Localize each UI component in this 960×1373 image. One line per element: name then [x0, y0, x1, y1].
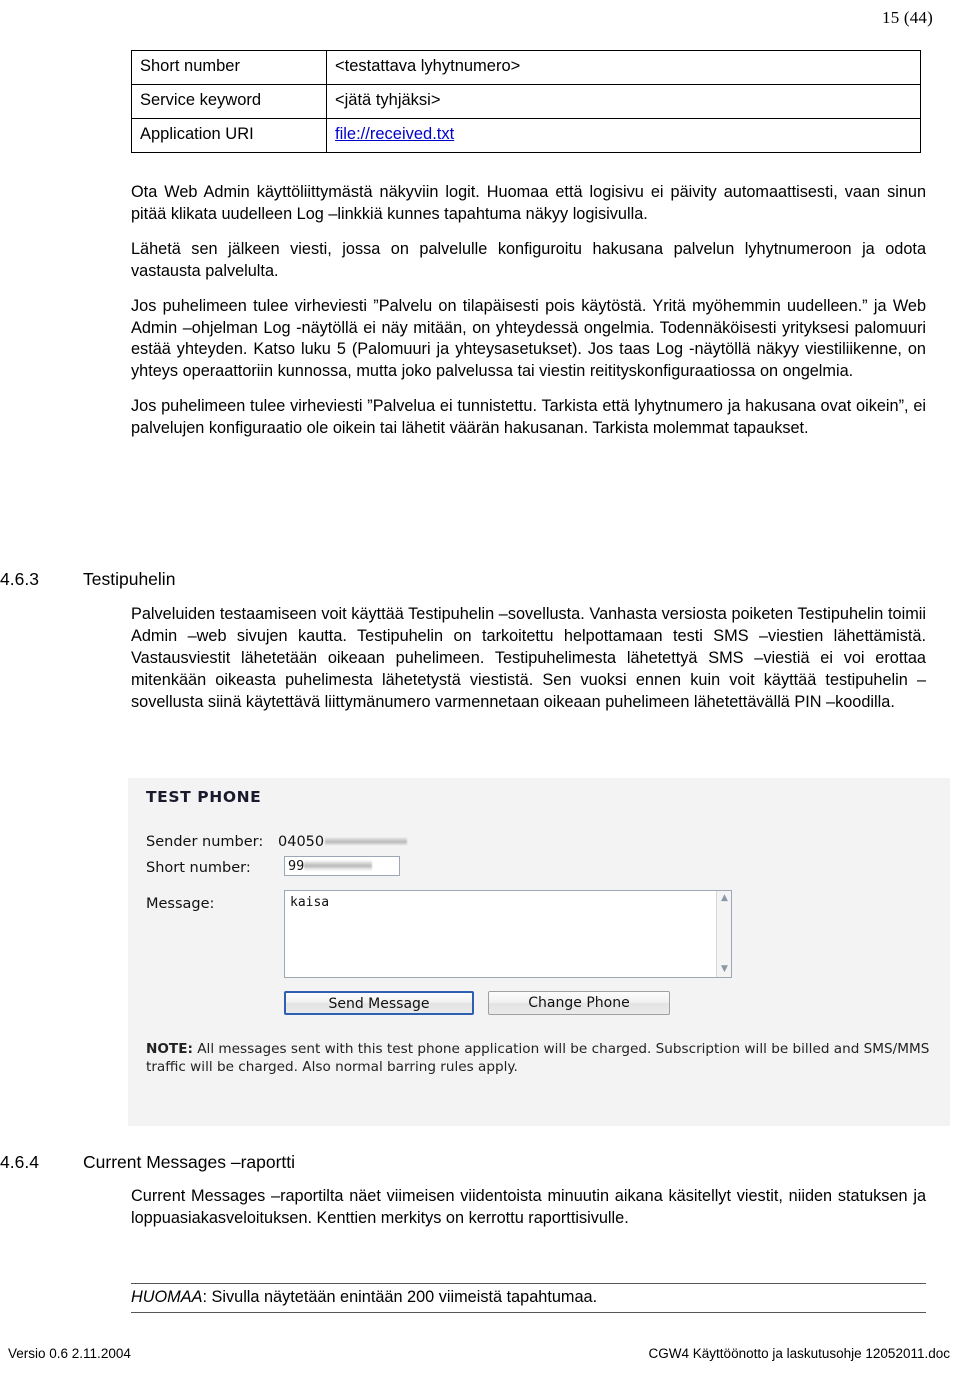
message-value: kaisa: [290, 895, 330, 910]
change-phone-button[interactable]: Change Phone: [488, 991, 670, 1015]
huomaa-text: : Sivulla näytetään enintään 200 viimeis…: [202, 1288, 598, 1306]
heading-title: Testipuhelin: [83, 569, 176, 589]
message-scrollbar[interactable]: ▲ ▼: [716, 891, 731, 977]
sender-number-row: Sender number: 04050: [146, 834, 408, 850]
section-4-6-4-text: Current Messages –raportilta näet viimei…: [131, 1186, 926, 1230]
test-phone-screenshot: TEST PHONE Sender number: 04050 Short num…: [128, 778, 950, 1126]
intro-text-block: Ota Web Admin käyttöliittymästä näkyviin…: [131, 182, 926, 440]
heading-4-6-4: 4.6.4 Current Messages –raportti: [0, 1152, 295, 1173]
table-cell-value: <jätä tyhjäksi>: [326, 84, 921, 119]
sender-number-label: Sender number:: [146, 834, 264, 850]
short-number-row: Short number:: [146, 860, 278, 876]
heading-4-6-3: 4.6.3 Testipuhelin: [0, 569, 175, 590]
huomaa-callout: HUOMAA: Sivulla näytetään enintään 200 v…: [131, 1283, 926, 1313]
short-number-input[interactable]: 99: [284, 856, 400, 876]
message-row: Message:: [146, 896, 278, 912]
short-number-value: 99: [288, 858, 305, 874]
table-row: Service keyword <jätä tyhjäksi>: [131, 84, 921, 119]
table-cell-value: file://received.txt: [326, 118, 921, 153]
footer-version: Versio 0.6 2.11.2004: [8, 1346, 131, 1361]
table-row: Short number <testattava lyhytnumero>: [131, 50, 921, 85]
page-number: 15 (44): [882, 8, 933, 27]
paragraph: Jos puhelimeen tulee virheviesti ”Palvel…: [131, 296, 926, 381]
table-cell-key: Application URI: [131, 118, 327, 153]
table-row: Application URI file://received.txt: [131, 118, 921, 153]
message-label: Message:: [146, 896, 215, 912]
note-text: All messages sent with this test phone a…: [146, 1041, 930, 1076]
note-prefix: NOTE:: [146, 1041, 193, 1057]
heading-number: 4.6.4: [0, 1152, 39, 1172]
redaction-bar-sender: [325, 836, 408, 847]
heading-number: 4.6.3: [0, 569, 39, 589]
heading-title: Current Messages –raportti: [83, 1152, 296, 1172]
application-uri-link[interactable]: file://received.txt: [335, 125, 454, 143]
test-phone-title: TEST PHONE: [146, 788, 262, 806]
sender-number-value: 04050: [278, 834, 325, 850]
redaction-bar-short: [304, 860, 373, 871]
huomaa-tag: HUOMAA: [131, 1288, 203, 1306]
section-4-6-3-text: Palveluiden testaamiseen voit käyttää Te…: [131, 604, 926, 714]
scroll-up-icon[interactable]: ▲: [717, 891, 732, 906]
paragraph: Jos puhelimeen tulee virheviesti ”Palvel…: [131, 397, 926, 438]
message-textarea[interactable]: kaisa ▲ ▼: [284, 890, 732, 978]
send-message-button[interactable]: Send Message: [284, 991, 474, 1015]
paragraph: Lähetä sen jälkeen viesti, jossa on palv…: [131, 239, 926, 280]
paragraph: Palveluiden testaamiseen voit käyttää Te…: [131, 605, 926, 711]
scroll-down-icon[interactable]: ▼: [717, 962, 732, 977]
test-phone-note: NOTE: All messages sent with this test p…: [146, 1040, 936, 1076]
footer-document-name: CGW4 Käyttöönotto ja laskutusohje 120520…: [648, 1346, 950, 1361]
paragraph: Current Messages –raportilta näet viimei…: [131, 1187, 926, 1227]
table-cell-value: <testattava lyhytnumero>: [326, 50, 921, 85]
table-cell-key: Service keyword: [131, 84, 327, 119]
table-cell-key: Short number: [131, 50, 327, 85]
parameter-table: Short number <testattava lyhytnumero> Se…: [131, 50, 921, 153]
paragraph: Ota Web Admin käyttöliittymästä näkyviin…: [131, 183, 926, 223]
short-number-label: Short number:: [146, 860, 251, 876]
